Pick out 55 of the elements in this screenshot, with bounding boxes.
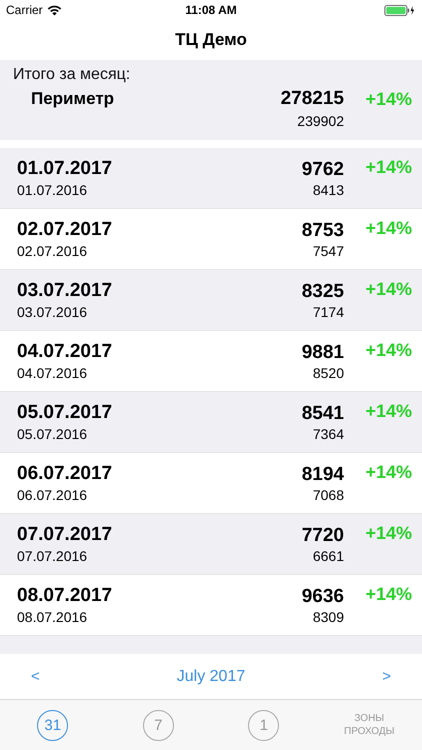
visitor-count: 8194 [302, 464, 344, 486]
previous-date-label: 02.07.2016 [17, 243, 88, 259]
visitor-count: 9636 [302, 586, 344, 608]
date-label: 07.07.2017 [17, 524, 114, 546]
previous-count: 7364 [312, 426, 344, 442]
battery-charging-icon [384, 4, 416, 16]
day-row[interactable]: 07.07.2017 07.07.2016 7720 6661 +14% [0, 514, 422, 575]
screen-title: ТЦ Демо [175, 30, 247, 50]
change-percent: +14% [364, 218, 412, 239]
visitor-count: 8325 [302, 280, 344, 302]
date-label: 02.07.2017 [17, 219, 114, 241]
carrier-name: Carrier [6, 3, 43, 17]
month-label: July 2017 [176, 668, 246, 686]
change-percent: +14% [364, 462, 412, 483]
day-row[interactable]: 01.07.2017 01.07.2016 9762 8413 +14% [0, 148, 422, 209]
wifi-icon [46, 4, 62, 16]
previous-count: 6661 [312, 548, 344, 564]
visitor-count: 8753 [302, 220, 344, 242]
change-percent: +14% [364, 157, 412, 178]
previous-count: 8520 [312, 364, 344, 380]
previous-count: 8309 [312, 608, 344, 624]
day-row[interactable]: 05.07.2017 05.07.2016 8541 7364 +14% [0, 392, 422, 453]
date-label: 08.07.2017 [17, 585, 114, 607]
date-label: 04.07.2017 [17, 341, 114, 363]
previous-date-label: 01.07.2016 [17, 182, 88, 198]
previous-date-label: 08.07.2016 [17, 609, 88, 625]
previous-date-label: 05.07.2016 [17, 426, 88, 442]
change-percent: +14% [364, 340, 412, 361]
previous-count: 7174 [312, 304, 344, 320]
date-label: 03.07.2017 [17, 280, 114, 302]
change-percent: +14% [364, 401, 412, 422]
previous-count: 7068 [312, 486, 344, 502]
date-label: 05.07.2017 [17, 402, 114, 424]
change-percent: +14% [364, 584, 412, 605]
previous-count: 8413 [312, 182, 344, 198]
change-percent: +14% [364, 279, 412, 300]
change-percent: +14% [364, 523, 412, 544]
visitor-count: 9762 [302, 158, 344, 180]
zone-name: Периметр [31, 89, 116, 109]
previous-date-label: 04.07.2016 [17, 365, 88, 381]
total-value: 278215 [280, 88, 344, 110]
previous-date-label: 03.07.2016 [17, 304, 88, 320]
visitor-count: 7720 [302, 524, 344, 546]
previous-total: 239902 [297, 113, 344, 129]
day-row[interactable]: 03.07.2017 03.07.2016 8325 7174 +14% [0, 270, 422, 331]
previous-date-label: 06.07.2016 [17, 487, 88, 503]
visitor-count: 8541 [302, 402, 344, 424]
previous-date-label: 07.07.2016 [17, 548, 88, 564]
date-label: 06.07.2017 [17, 463, 114, 485]
change-percent: +14% [364, 88, 412, 110]
date-label: 01.07.2017 [17, 158, 114, 180]
summary-label: Итого за месяц: [13, 66, 132, 84]
visitor-count: 9881 [302, 342, 344, 364]
previous-count: 7547 [312, 242, 344, 258]
status-time: 11:08 AM [185, 3, 237, 17]
